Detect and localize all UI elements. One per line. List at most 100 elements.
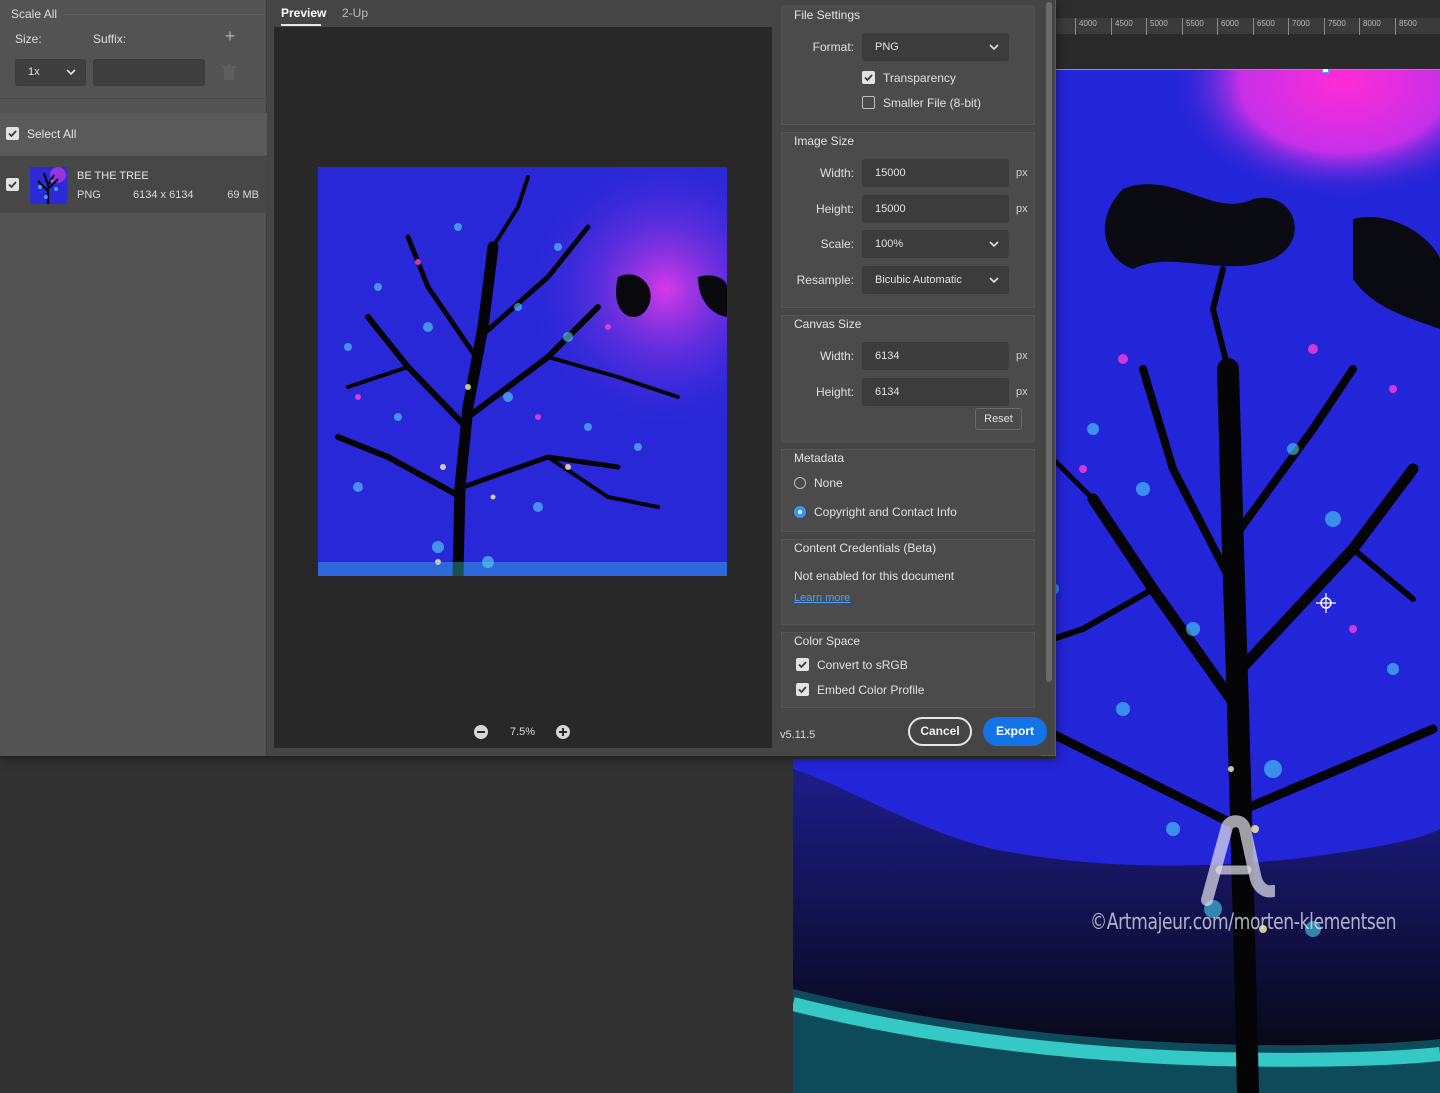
chevron-down-icon [989,241,999,248]
settings-panel: File Settings Format: PNG Transparency S… [778,0,1041,756]
asset-format: PNG [77,189,101,201]
asset-dimensions: 6134 x 6134 [133,189,194,201]
convert-srgb-checkbox[interactable] [796,658,809,672]
ruler-tick: 6000 [1217,18,1239,35]
metadata-none-option[interactable]: None [794,476,843,490]
asset-list-item[interactable]: BE THE TREE PNG 6134 x 6134 69 MB [0,156,267,213]
metadata-copyright-radio[interactable] [794,505,806,518]
metadata-none-label: None [814,476,843,490]
watermark-logo-icon [1201,815,1275,906]
learn-more-link[interactable]: Learn more [794,592,850,604]
ruler-tick: 5000 [1146,18,1168,35]
metadata-none-radio[interactable] [794,476,806,489]
transform-handle[interactable] [1322,69,1329,73]
select-all-row[interactable]: Select All [0,113,267,155]
ruler-tick: 8000 [1359,18,1381,35]
canvas-width-input[interactable]: 6134 [862,342,1009,370]
format-label: Format: [812,40,854,54]
zoom-out-icon[interactable] [473,724,489,740]
embed-profile-label: Embed Color Profile [817,683,925,697]
image-size-section: Image Size Width: 15000 px Height: 15000… [781,132,1035,308]
selection-edge [1055,69,1440,70]
ruler-tick: 7000 [1288,18,1310,35]
transparency-label: Transparency [883,71,956,85]
reset-button[interactable]: Reset [975,408,1022,430]
export-button[interactable]: Export [983,717,1047,746]
px-unit: px [1016,167,1028,179]
canvas-height-label: Height: [815,385,854,399]
ruler-tick: 5500 [1182,18,1204,35]
embed-profile-checkbox[interactable] [796,683,809,697]
embed-profile-option[interactable]: Embed Color Profile [796,683,924,697]
scale-dropdown[interactable]: 100% [862,230,1009,258]
trash-icon[interactable] [221,64,237,81]
ruler-background [1055,0,1440,18]
tab-2-up[interactable]: 2-Up [342,6,368,20]
cancel-button[interactable]: Cancel [908,717,972,746]
ruler-tick: 4500 [1111,18,1133,35]
image-height-input[interactable]: 15000 [862,195,1009,223]
select-all-checkbox[interactable] [6,127,19,140]
resample-dropdown[interactable]: Bicubic Automatic [862,266,1009,294]
tab-preview[interactable]: Preview [281,6,326,20]
image-width-input[interactable]: 15000 [862,159,1009,187]
horizontal-ruler[interactable]: 4000 4500 5000 5500 6000 6500 7000 7500 … [1055,18,1440,35]
plus-icon[interactable]: + [222,26,238,46]
size-dropdown[interactable]: 1x [15,59,86,86]
metadata-copyright-label: Copyright and Contact Info [814,505,957,519]
ruler-tick: 4000 [1075,18,1097,35]
color-space-section: Color Space Convert to sRGB Embed Color … [781,632,1035,708]
convert-srgb-label: Convert to sRGB [817,658,908,672]
chevron-down-icon [66,69,76,76]
settings-scrollbar[interactable] [1045,0,1053,686]
px-unit: px [1016,350,1028,362]
select-all-label: Select All [27,127,77,141]
chevron-down-icon [989,277,999,284]
smaller-file-label: Smaller File (8-bit) [883,96,982,110]
checkmark-icon [798,686,807,694]
convert-srgb-option[interactable]: Convert to sRGB [796,658,908,672]
asset-checkbox[interactable] [6,178,19,191]
version-label: v5.11.5 [780,729,816,741]
export-as-dialog: Scale All Size: Suffix: + 1x Select All [0,0,1056,756]
suffix-label: Suffix: [93,32,127,46]
smaller-file-checkbox[interactable] [862,96,875,110]
canvas-size-section: Canvas Size Width: 6134 px Height: 6134 … [781,315,1035,442]
active-tab-indicator [281,24,321,26]
size-label: Size: [15,32,42,46]
format-dropdown[interactable]: PNG [862,33,1009,61]
px-unit: px [1016,386,1028,398]
divider [0,98,267,99]
resample-label: Resample: [796,273,854,287]
scrollbar-thumb[interactable] [1046,2,1052,682]
image-size-title: Image Size [794,134,855,148]
color-space-title: Color Space [794,634,861,648]
preview-canvas[interactable]: 7.5% [274,27,772,748]
ruler-tick: 6500 [1253,18,1275,35]
asset-thumbnail [30,167,67,204]
asset-name: BE THE TREE [77,170,149,182]
scale-value: 100% [875,238,904,250]
canvas-width-label: Width: [819,349,854,363]
metadata-section: Metadata None Copyright and Contact Info [781,449,1035,532]
preview-image[interactable] [318,167,727,576]
format-value: PNG [875,41,899,53]
zoom-in-icon[interactable] [555,724,571,740]
checkmark-icon [798,661,807,669]
asset-file-size: 69 MB [227,189,259,201]
transparency-option[interactable]: Transparency [862,71,956,85]
suffix-input[interactable] [93,59,205,86]
checkmark-icon [8,181,17,189]
canvas-height-input[interactable]: 6134 [862,378,1009,406]
crosshair-cursor-icon [1316,593,1336,613]
section-divider [64,14,264,15]
content-credentials-section: Content Credentials (Beta) Not enabled f… [781,539,1035,625]
ruler-tick: 8500 [1395,18,1417,35]
metadata-title: Metadata [794,451,845,465]
metadata-copyright-option[interactable]: Copyright and Contact Info [794,505,957,519]
smaller-file-option[interactable]: Smaller File (8-bit) [862,96,981,110]
preview-panel: Preview 2-Up 7.5% [267,0,778,756]
canvas-size-title: Canvas Size [794,317,862,331]
transparency-checkbox[interactable] [862,71,875,85]
px-unit: px [1016,203,1028,215]
